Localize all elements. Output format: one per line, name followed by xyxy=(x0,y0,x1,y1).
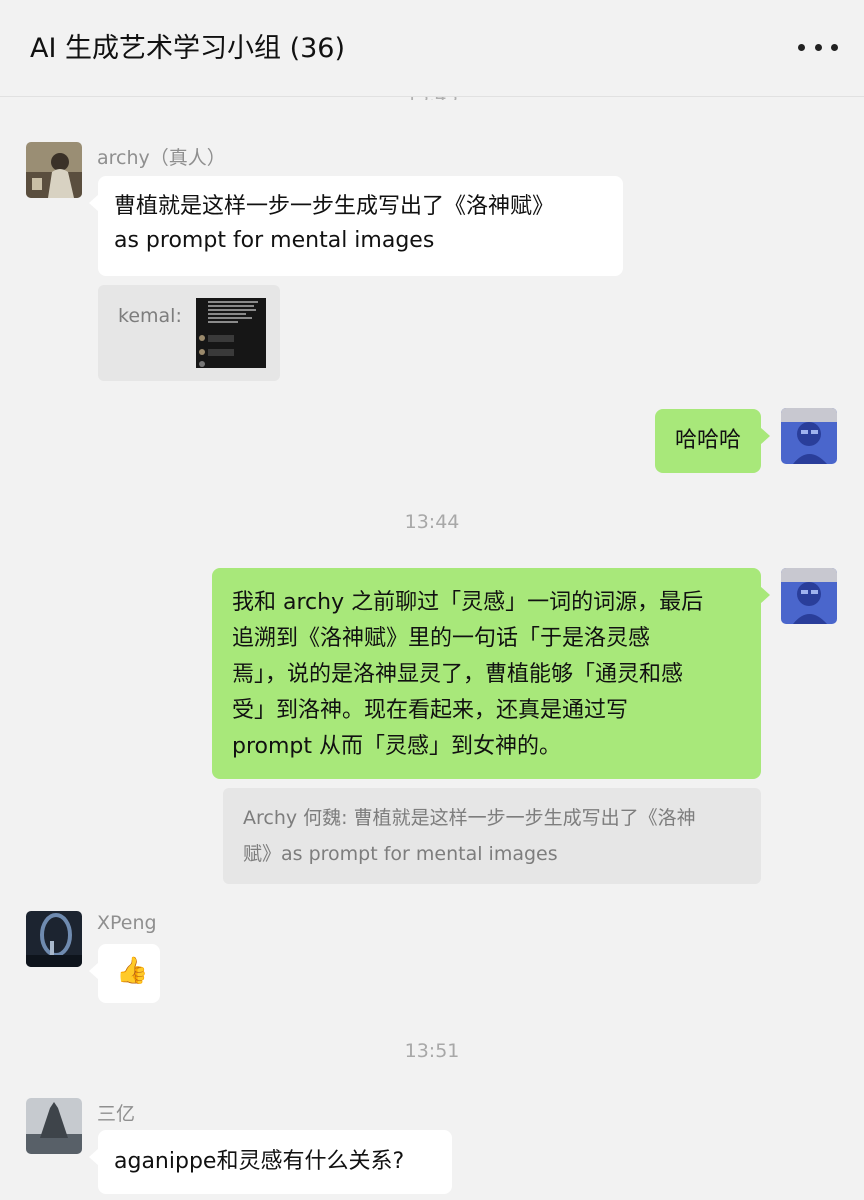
screenshot-thumbnail[interactable] xyxy=(196,298,266,368)
avatar-self[interactable] xyxy=(781,568,837,624)
chat-header: AI 生成艺术学习小组 (36) xyxy=(0,0,864,97)
message-text-line: 我和 archy 之前聊过「灵感」一词的词源，最后 xyxy=(232,590,704,615)
message-text-line: as prompt for mental images xyxy=(114,228,435,253)
message-bubble-archy[interactable]: 曹植就是这样一步一步生成写出了《洛神赋》 as prompt for menta… xyxy=(89,176,623,276)
sender-name: archy（真人） xyxy=(97,147,226,169)
quoted-message-kemal[interactable]: kemal: xyxy=(98,285,280,381)
message-text-line: 追溯到《洛神赋》里的一句话「于是洛灵感 xyxy=(232,626,651,651)
more-dots-icon[interactable] xyxy=(798,32,838,62)
chat-title: AI 生成艺术学习小组 (36) xyxy=(30,33,346,64)
sender-name: 三亿 xyxy=(97,1103,136,1125)
message-text: 哈哈哈 xyxy=(675,428,742,453)
timestamp: 13:51 xyxy=(404,1040,460,1062)
timestamp: 13:44 xyxy=(404,511,460,533)
message-text-line: prompt 从而「灵感」到女神的。 xyxy=(232,734,562,759)
message-bubble-self-long[interactable]: 我和 archy 之前聊过「灵感」一词的词源，最后 追溯到《洛神赋》里的一句话「… xyxy=(212,568,770,779)
avatar-archy[interactable] xyxy=(26,142,82,198)
quote-text-line: 赋》as prompt for mental images xyxy=(243,843,558,865)
thumbs-up-emoji-icon: 👍 xyxy=(116,956,149,986)
message-bubble-self[interactable]: 哈哈哈 xyxy=(655,409,770,473)
avatar-xpeng[interactable] xyxy=(26,911,82,967)
message-bubble-sanyi[interactable]: aganippe和灵感有什么关系? xyxy=(89,1130,452,1194)
avatar-self[interactable] xyxy=(781,408,837,464)
sender-name: XPeng xyxy=(97,912,157,934)
message-text: aganippe和灵感有什么关系? xyxy=(114,1149,405,1174)
avatar-sanyi[interactable] xyxy=(26,1098,82,1154)
message-text-line: 焉」，说的是洛神显灵了，曹植能够「通灵和感 xyxy=(232,662,684,687)
quote-sender: kemal: xyxy=(118,305,182,327)
quoted-message-archy[interactable]: Archy 何魏: 曹植就是这样一步一步生成写出了《洛神 赋》as prompt… xyxy=(223,788,761,884)
message-text-line: 曹植就是这样一步一步生成写出了《洛神赋》 xyxy=(114,194,555,219)
message-text-line: 受」到洛神。现在看起来，还真是通过写 xyxy=(232,698,629,723)
quote-text-line: Archy 何魏: 曹植就是这样一步一步生成写出了《洛神 xyxy=(243,807,696,829)
message-bubble-xpeng[interactable]: 👍 xyxy=(89,944,160,1003)
